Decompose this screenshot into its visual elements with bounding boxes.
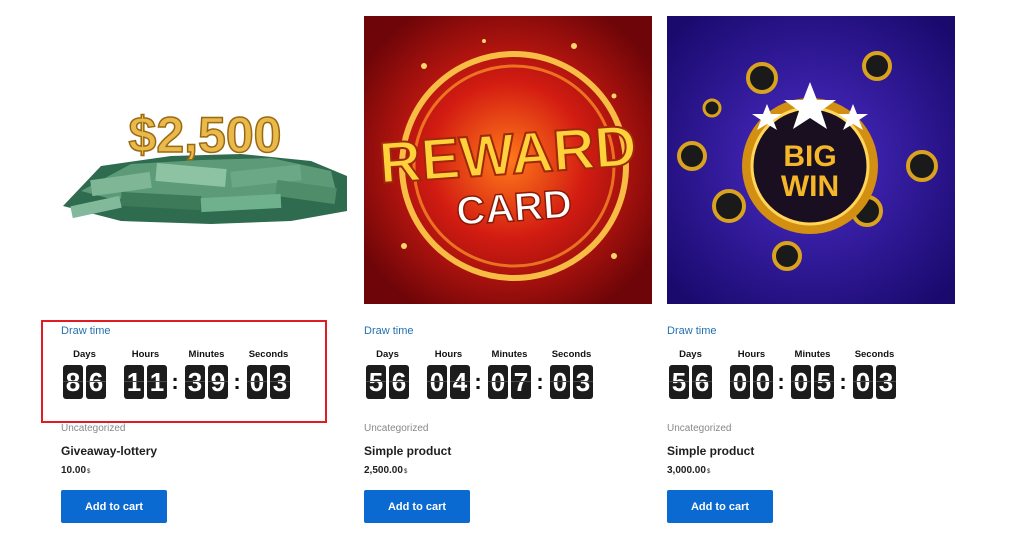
- prize-amount-text: $2,500: [129, 107, 282, 163]
- hours-value-digit: 0: [427, 365, 447, 399]
- product-price: 3,000.00$: [667, 465, 710, 476]
- hours-label: Hours: [131, 349, 160, 360]
- product-card-big-win: BIG WIN Draw time Days 56 Hours 00 : Min…: [667, 16, 955, 523]
- seconds-label: Seconds: [854, 349, 895, 360]
- product-card-giveaway: $2,500 Draw time Days 86 Hours 11 : Minu…: [61, 16, 349, 523]
- hours-value-digit: 0: [753, 365, 773, 399]
- minutes-label: Minutes: [491, 349, 528, 360]
- minutes-label: Minutes: [188, 349, 225, 360]
- draw-time-link[interactable]: Draw time: [364, 325, 414, 337]
- draw-time-link[interactable]: Draw time: [61, 325, 111, 337]
- countdown-minutes: Minutes 05: [789, 348, 836, 399]
- seconds-value-digit: 3: [270, 365, 290, 399]
- product-category: Uncategorized: [364, 423, 429, 434]
- product-image-reward-card[interactable]: REWARD CARD: [364, 16, 652, 304]
- days-value-digit: 5: [669, 365, 689, 399]
- colon-separator: :: [839, 369, 847, 394]
- countdown-timer: Days 56 Hours 04 : Minutes 07 : Seconds …: [364, 348, 624, 400]
- hours-value-digit: 1: [124, 365, 144, 399]
- days-label: Days: [376, 349, 399, 360]
- reward-card-image: REWARD CARD: [364, 16, 652, 304]
- countdown-timer: Days 56 Hours 00 : Minutes 05 : Seconds …: [667, 348, 927, 400]
- currency-symbol: $: [706, 469, 711, 475]
- hours-label: Hours: [737, 349, 766, 360]
- add-to-cart-button[interactable]: Add to cart: [364, 490, 470, 523]
- countdown-hours: Hours 11: [122, 348, 169, 399]
- minutes-value-digit: 9: [208, 365, 228, 399]
- product-category: Uncategorized: [667, 423, 732, 434]
- countdown-days: Days 56: [364, 348, 411, 399]
- card-text: CARD: [455, 182, 573, 234]
- product-image-big-win[interactable]: BIG WIN: [667, 16, 955, 304]
- hours-value-digit: 4: [450, 365, 470, 399]
- minutes-value-digit: 7: [511, 365, 531, 399]
- colon-separator: :: [233, 369, 241, 394]
- colon-separator: :: [777, 369, 785, 394]
- days-label: Days: [73, 349, 96, 360]
- product-card-reward: REWARD CARD Draw time Days 56 Hours 04 :…: [364, 16, 652, 523]
- minutes-value-digit: 0: [488, 365, 508, 399]
- countdown-hours: Hours 00: [728, 348, 775, 399]
- product-category: Uncategorized: [61, 423, 126, 434]
- seconds-value-digit: 0: [550, 365, 570, 399]
- seconds-value-digit: 3: [876, 365, 896, 399]
- big-text: BIG: [783, 140, 836, 173]
- countdown-timer: Days 86 Hours 11 : Minutes 39 : Seconds …: [61, 348, 321, 400]
- countdown-seconds: Seconds 03: [245, 348, 292, 399]
- days-value-digit: 6: [389, 365, 409, 399]
- big-win-image: BIG WIN: [667, 16, 955, 304]
- seconds-value-digit: 3: [573, 365, 593, 399]
- countdown-hours: Hours 04: [425, 348, 472, 399]
- product-price: 2,500.00$: [364, 465, 407, 476]
- product-price: 10.00$: [61, 465, 90, 476]
- product-title[interactable]: Giveaway-lottery: [61, 444, 157, 458]
- countdown-days: Days 56: [667, 348, 714, 399]
- days-value-digit: 8: [63, 365, 83, 399]
- colon-separator: :: [171, 369, 179, 394]
- seconds-value-digit: 0: [247, 365, 267, 399]
- product-title[interactable]: Simple product: [364, 444, 451, 458]
- hours-value-digit: 0: [730, 365, 750, 399]
- countdown-minutes: Minutes 39: [183, 348, 230, 399]
- minutes-label: Minutes: [794, 349, 831, 360]
- countdown-seconds: Seconds 03: [851, 348, 898, 399]
- win-text: WIN: [781, 170, 839, 203]
- days-label: Days: [679, 349, 702, 360]
- countdown-minutes: Minutes 07: [486, 348, 533, 399]
- price-amount: 10.00: [61, 465, 87, 476]
- colon-separator: :: [536, 369, 544, 394]
- countdown-seconds: Seconds 03: [548, 348, 595, 399]
- seconds-label: Seconds: [551, 349, 592, 360]
- seconds-value-digit: 0: [853, 365, 873, 399]
- minutes-value-digit: 3: [185, 365, 205, 399]
- add-to-cart-button[interactable]: Add to cart: [61, 490, 167, 523]
- days-value-digit: 6: [86, 365, 106, 399]
- product-title[interactable]: Simple product: [667, 444, 754, 458]
- add-to-cart-button[interactable]: Add to cart: [667, 490, 773, 523]
- days-value-digit: 5: [366, 365, 386, 399]
- days-value-digit: 6: [692, 365, 712, 399]
- minutes-value-digit: 0: [791, 365, 811, 399]
- money-stack-image: $2,500: [61, 16, 349, 304]
- draw-time-link[interactable]: Draw time: [667, 325, 717, 337]
- minutes-value-digit: 5: [814, 365, 834, 399]
- hours-value-digit: 1: [147, 365, 167, 399]
- product-image-money[interactable]: $2,500: [61, 16, 349, 304]
- currency-symbol: $: [403, 469, 408, 475]
- price-amount: 3,000.00: [667, 465, 706, 476]
- price-amount: 2,500.00: [364, 465, 403, 476]
- countdown-days: Days 86: [61, 348, 108, 399]
- seconds-label: Seconds: [248, 349, 289, 360]
- hours-label: Hours: [434, 349, 463, 360]
- colon-separator: :: [474, 369, 482, 394]
- currency-symbol: $: [87, 469, 91, 475]
